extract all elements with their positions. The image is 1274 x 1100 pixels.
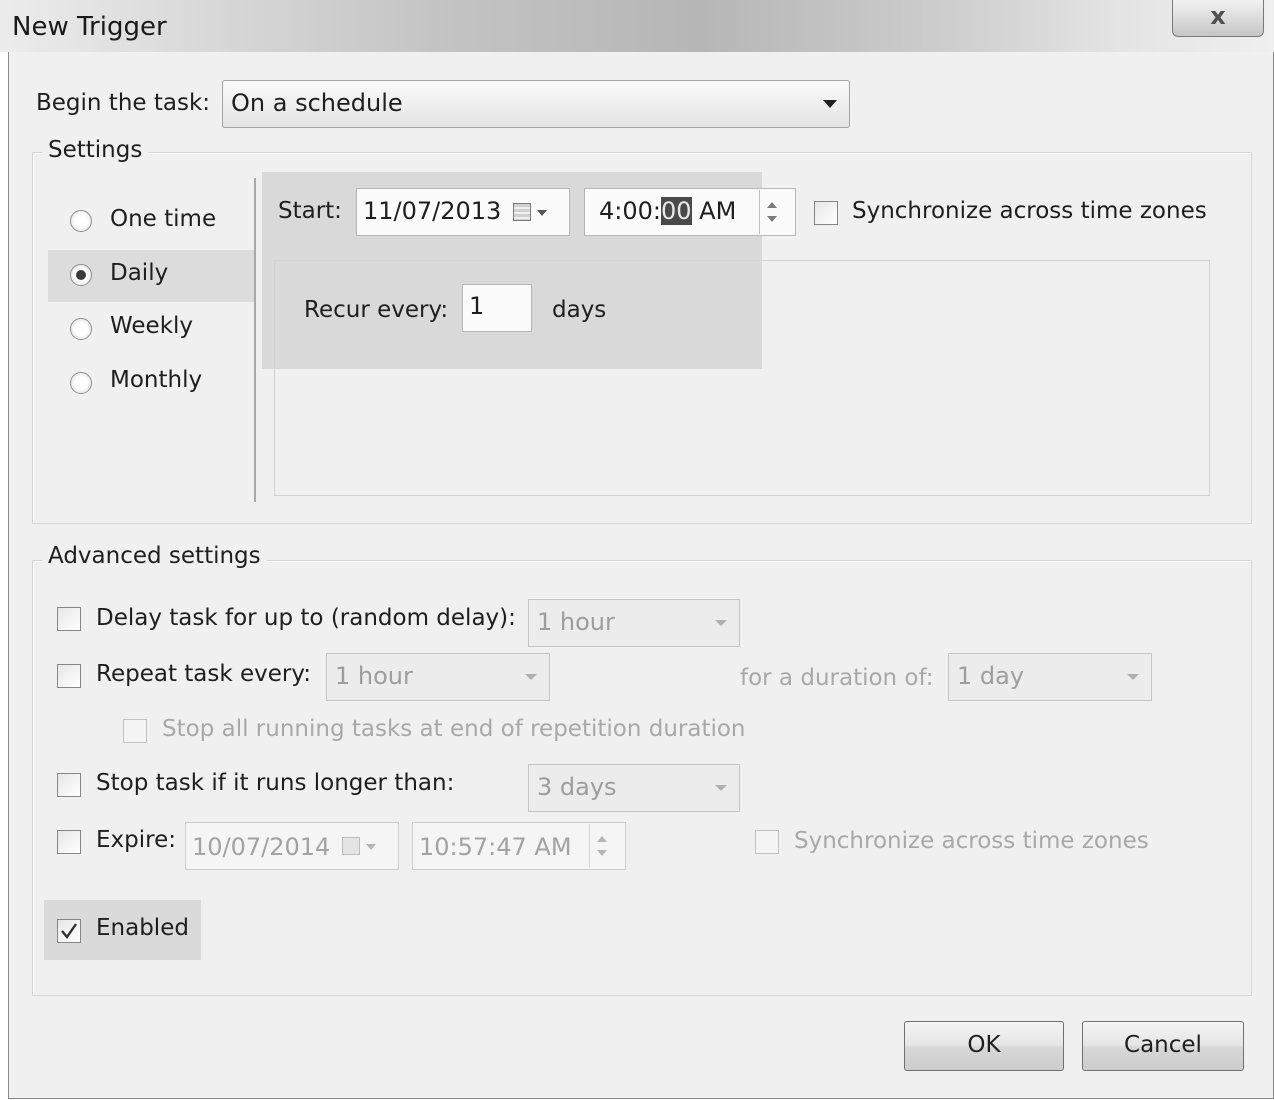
radio-weekly[interactable]	[70, 318, 92, 340]
chevron-down-icon	[525, 674, 537, 680]
repeat-label[interactable]: Repeat task every:	[96, 661, 311, 687]
settings-divider	[254, 178, 256, 502]
duration-label: for a duration of:	[740, 665, 934, 691]
chevron-down-icon	[366, 844, 376, 850]
repeat-value: 1 hour	[335, 662, 413, 690]
window-title: New Trigger	[12, 12, 167, 42]
expire-date-picker[interactable]: 10/07/2014	[185, 822, 399, 870]
duration-dropdown[interactable]: 1 day	[948, 653, 1152, 701]
spin-up-icon	[597, 836, 607, 842]
time-spinner[interactable]	[589, 824, 626, 868]
sync-timezones-checkbox[interactable]	[814, 201, 838, 225]
settings-legend: Settings	[42, 137, 149, 163]
duration-value: 1 day	[957, 662, 1025, 690]
expire-checkbox[interactable]	[57, 830, 81, 854]
radio-monthly-label[interactable]: Monthly	[110, 367, 202, 393]
close-icon: x	[1210, 2, 1226, 30]
begin-task-label: Begin the task:	[36, 90, 211, 116]
chevron-down-icon	[537, 210, 547, 216]
spin-down-icon	[767, 216, 777, 222]
delay-checkbox[interactable]	[57, 607, 81, 631]
start-date-picker[interactable]: 11/07/2013	[356, 188, 570, 236]
chevron-down-icon	[823, 100, 837, 108]
expire-date-value: 10/07/2014	[192, 833, 331, 861]
radio-selected-dot	[76, 270, 86, 280]
begin-task-value: On a schedule	[231, 89, 403, 117]
checkmark-icon	[61, 923, 77, 939]
start-time-picker[interactable]: 4:00:00 AM	[584, 188, 796, 236]
radio-one-time[interactable]	[70, 210, 92, 232]
ok-button[interactable]: OK	[904, 1021, 1064, 1071]
recur-every-label: Recur every:	[304, 297, 449, 323]
start-label: Start:	[278, 198, 342, 224]
expire-time-value: 10:57:47 AM	[419, 833, 572, 861]
spin-down-icon	[597, 850, 607, 856]
radio-weekly-label[interactable]: Weekly	[110, 313, 193, 339]
delay-label[interactable]: Delay task for up to (random delay):	[96, 605, 516, 631]
repeat-dropdown[interactable]: 1 hour	[326, 653, 550, 701]
chevron-down-icon	[715, 620, 727, 626]
enabled-label[interactable]: Enabled	[96, 915, 189, 941]
recur-unit-label: days	[552, 297, 607, 323]
repeat-checkbox[interactable]	[57, 664, 81, 688]
stop-if-dropdown[interactable]: 3 days	[528, 764, 740, 812]
expire-sync-checkbox[interactable]	[755, 830, 779, 854]
title-bar	[0, 0, 1274, 52]
recur-every-input[interactable]: 1	[462, 284, 532, 332]
stop-if-value: 3 days	[537, 773, 617, 801]
calendar-icon	[342, 837, 360, 855]
radio-daily[interactable]	[70, 264, 92, 286]
sync-timezones-label[interactable]: Synchronize across time zones	[852, 198, 1207, 224]
spin-up-icon	[767, 202, 777, 208]
begin-task-dropdown[interactable]: On a schedule	[222, 80, 850, 128]
expire-label[interactable]: Expire:	[96, 827, 176, 853]
start-time-ampm: AM	[691, 197, 737, 225]
time-spinner[interactable]	[759, 190, 796, 234]
advanced-settings-legend: Advanced settings	[42, 543, 267, 569]
radio-monthly[interactable]	[70, 372, 92, 394]
start-time-selected-seconds: 00	[660, 197, 692, 225]
expire-time-picker[interactable]: 10:57:47 AM	[412, 822, 626, 870]
radio-daily-label[interactable]: Daily	[110, 260, 168, 286]
delay-value: 1 hour	[537, 608, 615, 636]
enabled-checkbox[interactable]	[57, 919, 81, 943]
cancel-button[interactable]: Cancel	[1082, 1021, 1244, 1071]
stop-if-label[interactable]: Stop task if it runs longer than:	[96, 770, 454, 796]
chevron-down-icon	[1127, 674, 1139, 680]
close-button[interactable]: x	[1172, 0, 1264, 37]
recur-panel	[274, 260, 1210, 496]
start-time-value: 4:00:	[599, 197, 661, 225]
delay-dropdown[interactable]: 1 hour	[528, 599, 740, 647]
radio-one-time-label[interactable]: One time	[110, 206, 216, 232]
start-date-value: 11/07/2013	[363, 197, 502, 225]
stop-if-checkbox[interactable]	[57, 773, 81, 797]
stop-all-checkbox[interactable]	[123, 719, 147, 743]
chevron-down-icon	[715, 785, 727, 791]
stop-all-label: Stop all running tasks at end of repetit…	[162, 716, 746, 742]
calendar-icon	[513, 203, 531, 221]
expire-sync-label: Synchronize across time zones	[794, 828, 1149, 854]
